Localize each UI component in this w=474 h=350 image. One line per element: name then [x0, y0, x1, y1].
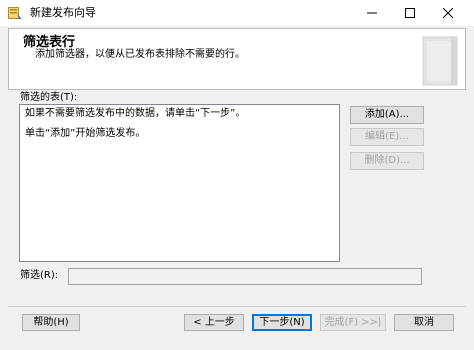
- footer-divider: [8, 306, 466, 307]
- maximize-button[interactable]: [392, 0, 428, 26]
- window-title: 新建发布向导: [30, 6, 96, 19]
- maximize-icon: [405, 8, 415, 18]
- filter-field[interactable]: [68, 268, 422, 285]
- wizard-banner-graphic: [415, 33, 463, 89]
- page-description: 添加筛选器，以便从已发布表排除不需要的行。: [35, 49, 245, 60]
- edit-button[interactable]: 编辑(E)...: [350, 128, 424, 146]
- finish-button[interactable]: 完成(F) >>|: [320, 314, 386, 331]
- close-icon: [443, 8, 453, 18]
- wizard-app-icon: [8, 6, 23, 20]
- help-button[interactable]: 帮助(H): [22, 314, 80, 331]
- title-bar[interactable]: 新建发布向导: [0, 0, 474, 26]
- add-button[interactable]: 添加(A)...: [350, 106, 424, 124]
- close-button[interactable]: [430, 0, 466, 26]
- minimize-icon: [367, 12, 377, 14]
- delete-button[interactable]: 删除(D)...: [350, 152, 424, 170]
- filtered-tables-label: 筛选的表(T):: [20, 92, 78, 103]
- minimize-button[interactable]: [354, 0, 390, 26]
- filtered-tables-list[interactable]: 如果不需要筛选发布中的数据，请单击“下一步”。 单击“添加”开始筛选发布。: [19, 104, 340, 262]
- next-button[interactable]: 下一步(N): [252, 314, 312, 331]
- cancel-button[interactable]: 取消: [394, 314, 454, 331]
- back-button[interactable]: < 上一步: [184, 314, 244, 331]
- list-item: 单击“添加”开始筛选发布。: [25, 128, 146, 139]
- wizard-header: 筛选表行 添加筛选器，以便从已发布表排除不需要的行。: [8, 28, 466, 90]
- filter-label: 筛选(R):: [20, 270, 59, 281]
- list-item: 如果不需要筛选发布中的数据，请单击“下一步”。: [25, 108, 246, 119]
